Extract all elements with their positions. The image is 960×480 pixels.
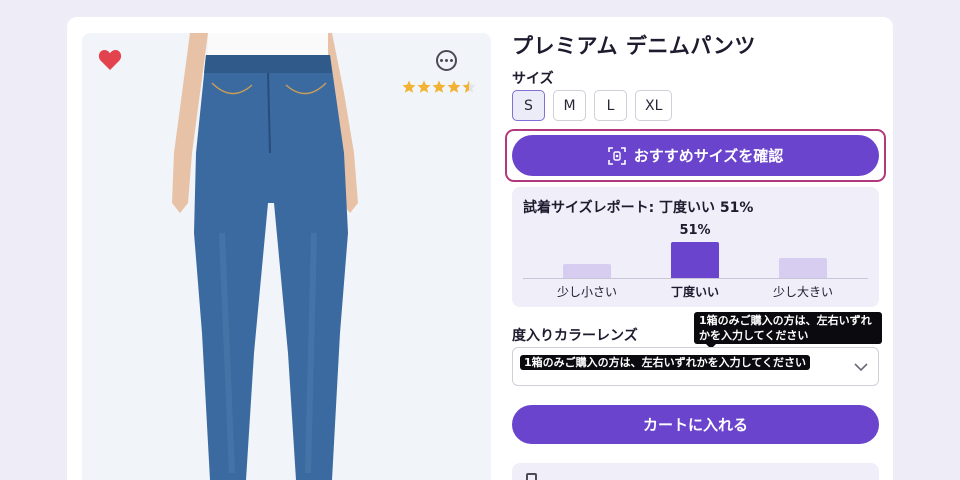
field-tooltip: 1箱のみご購入の方は、左右いずれかを入力してください: [520, 355, 810, 370]
size-option-l[interactable]: L: [594, 90, 627, 121]
product-title: プレミアム デニムパンツ: [512, 34, 756, 58]
more-options-icon[interactable]: [436, 50, 457, 71]
fit-bar-just-right: [671, 242, 719, 278]
fit-report-title: 試着サイズレポート: 丁度いい 51%: [523, 200, 754, 216]
rating-stars: [402, 80, 476, 96]
half-star-icon: [462, 80, 476, 93]
scan-icon: [607, 146, 626, 165]
size-option-s[interactable]: S: [512, 90, 545, 121]
size-option-xl[interactable]: XL: [635, 90, 673, 121]
recommend-size-button[interactable]: おすすめサイズを確認: [512, 135, 879, 176]
chevron-down-icon: [854, 363, 868, 372]
fit-bar-label-small: 少し小さい: [556, 285, 617, 299]
size-label: サイズ: [512, 71, 554, 87]
recommend-size-label: おすすめサイズを確認: [633, 147, 784, 165]
fit-report: 試着サイズレポート: 丁度いい 51% 51% 少し小さい 丁度いい 少し大きい: [512, 187, 879, 307]
chart-baseline: [523, 278, 868, 279]
jeans-photo: [172, 33, 358, 480]
star-icon: [402, 80, 416, 93]
fit-bar-large: [779, 258, 827, 278]
product-image: [82, 33, 491, 480]
tooltip: 1箱のみご購入の方は、左右いずれかを入力してください: [694, 312, 882, 349]
star-icon: [432, 80, 446, 93]
add-to-cart-button[interactable]: カートに入れる: [512, 405, 879, 444]
fit-bar-label-large: 少し大きい: [772, 285, 833, 299]
checkbox[interactable]: [526, 473, 537, 480]
star-icon: [447, 80, 461, 93]
options-section: [512, 463, 879, 480]
add-to-cart-label: カートに入れる: [642, 416, 748, 434]
heart-icon[interactable]: [98, 49, 122, 71]
fit-bar-small: [563, 264, 611, 278]
size-option-m[interactable]: M: [553, 90, 586, 121]
fit-bar-label-just-right: 丁度いい: [670, 285, 719, 299]
star-icon: [417, 80, 431, 93]
lens-label: 度入りカラーレンズ: [512, 328, 638, 344]
bar-value-label: 51%: [679, 223, 711, 238]
size-options: S M L XL: [512, 90, 673, 121]
